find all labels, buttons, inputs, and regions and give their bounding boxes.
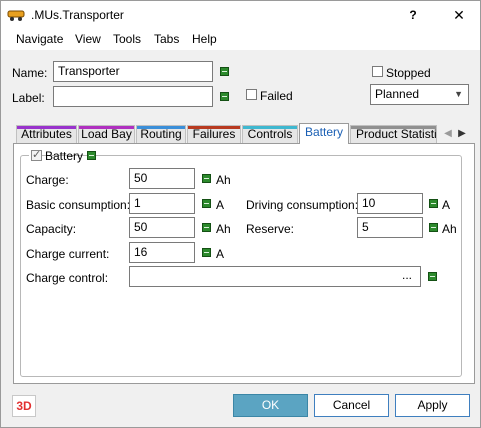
battery-inherit-icon[interactable] <box>87 151 96 160</box>
menu-tools[interactable]: Tools <box>113 32 141 46</box>
charge-current-inherit-icon[interactable] <box>202 248 211 257</box>
reserve-inherit-icon[interactable] <box>429 223 438 232</box>
driving-consumption-inherit-icon[interactable] <box>429 199 438 208</box>
failed-checkbox[interactable] <box>246 89 257 100</box>
menu-navigate[interactable]: Navigate <box>16 32 63 46</box>
basic-consumption-label: Basic consumption: <box>26 198 131 212</box>
ok-button[interactable]: OK <box>233 394 308 417</box>
3d-view-button[interactable]: 3D <box>12 395 36 417</box>
capacity-input[interactable]: 50 <box>129 217 195 238</box>
label-input[interactable] <box>53 86 213 107</box>
capacity-unit: Ah <box>216 222 231 236</box>
tab-color-stripe <box>79 126 134 129</box>
stopped-label: Stopped <box>386 66 431 80</box>
name-input[interactable]: Transporter <box>53 61 213 82</box>
tab-color-stripe <box>137 126 185 129</box>
charge-unit: Ah <box>216 173 231 187</box>
battery-group-header: Battery <box>29 148 96 163</box>
name-label: Name: <box>12 66 48 80</box>
charge-label: Charge: <box>26 173 69 187</box>
menu-help[interactable]: Help <box>192 32 217 46</box>
tab-color-stripe <box>188 126 240 129</box>
charge-control-inherit-icon[interactable] <box>428 272 437 281</box>
name-inherit-icon[interactable] <box>220 67 229 76</box>
transporter-app-icon <box>7 10 25 21</box>
tab-failures[interactable]: Failures <box>187 125 241 144</box>
charge-control-label: Charge control: <box>26 271 109 285</box>
tab-product-statistics[interactable]: Product Statistics <box>350 125 437 144</box>
charge-control-browse-button[interactable]: ... <box>402 268 412 283</box>
state-dropdown-value: Planned <box>375 87 420 101</box>
capacity-inherit-icon[interactable] <box>202 223 211 232</box>
menu-bar: Navigate View Tools Tabs Help <box>1 30 480 50</box>
basic-consumption-inherit-icon[interactable] <box>202 199 211 208</box>
cancel-button[interactable]: Cancel <box>314 394 389 417</box>
battery-enabled-checkbox[interactable] <box>31 148 42 161</box>
reserve-label: Reserve: <box>246 222 295 236</box>
charge-current-label: Charge current: <box>26 247 110 261</box>
tab-controls[interactable]: Controls <box>242 125 298 144</box>
tab-controls-label: Controls <box>247 127 293 141</box>
tab-scroll-right-icon[interactable]: ▶ <box>457 127 467 141</box>
tab-attributes[interactable]: Attributes <box>16 125 77 144</box>
driving-consumption-input[interactable]: 10 <box>357 193 423 214</box>
label-inherit-icon[interactable] <box>220 92 229 101</box>
charge-current-unit: A <box>216 247 225 261</box>
tab-routing[interactable]: Routing <box>136 125 186 144</box>
failed-label: Failed <box>260 89 293 103</box>
capacity-label: Capacity: <box>26 222 77 236</box>
tab-routing-label: Routing <box>140 127 182 141</box>
state-dropdown[interactable]: Planned ▼ <box>370 84 469 105</box>
tab-strip: Attributes Load Bay Routing Failures Con… <box>13 123 475 144</box>
tab-load-bay-label: Load Bay <box>81 127 132 141</box>
driving-consumption-unit: A <box>442 198 451 212</box>
tab-color-stripe <box>351 126 436 129</box>
reserve-input[interactable]: 5 <box>357 217 423 238</box>
menu-tabs[interactable]: Tabs <box>154 32 179 46</box>
tab-failures-label: Failures <box>192 127 236 141</box>
dialog-window: .MUs.Transporter ? ✕ Navigate View Tools… <box>0 0 481 428</box>
window-title: .MUs.Transporter <box>31 8 124 22</box>
close-button[interactable]: ✕ <box>449 5 469 25</box>
stopped-checkbox[interactable] <box>372 66 383 77</box>
charge-current-input[interactable]: 16 <box>129 242 195 263</box>
chevron-down-icon: ▼ <box>454 89 463 99</box>
tab-product-statistics-label: Product Statistics <box>356 127 437 141</box>
charge-inherit-icon[interactable] <box>202 174 211 183</box>
label-label: Label: <box>12 91 45 105</box>
tab-color-stripe <box>243 126 297 129</box>
help-button[interactable]: ? <box>403 5 423 25</box>
driving-consumption-label: Driving consumption: <box>246 198 359 212</box>
tab-attributes-label: Attributes <box>21 127 72 141</box>
basic-consumption-input[interactable]: 1 <box>129 193 195 214</box>
charge-input[interactable]: 50 <box>129 168 195 189</box>
tab-color-stripe <box>17 126 76 129</box>
reserve-unit: Ah <box>442 222 457 236</box>
tab-scroll-left-icon[interactable]: ◀ <box>443 127 453 141</box>
charge-control-input[interactable]: ... <box>129 266 421 287</box>
menu-view[interactable]: View <box>75 32 101 46</box>
tab-battery-label: Battery <box>304 125 343 139</box>
title-bar: .MUs.Transporter ? ✕ <box>1 1 480 30</box>
tab-load-bay[interactable]: Load Bay <box>78 125 135 144</box>
tab-battery[interactable]: Battery <box>299 123 349 144</box>
battery-group-label: Battery <box>45 149 84 163</box>
apply-button[interactable]: Apply <box>395 394 470 417</box>
basic-consumption-unit: A <box>216 198 225 212</box>
